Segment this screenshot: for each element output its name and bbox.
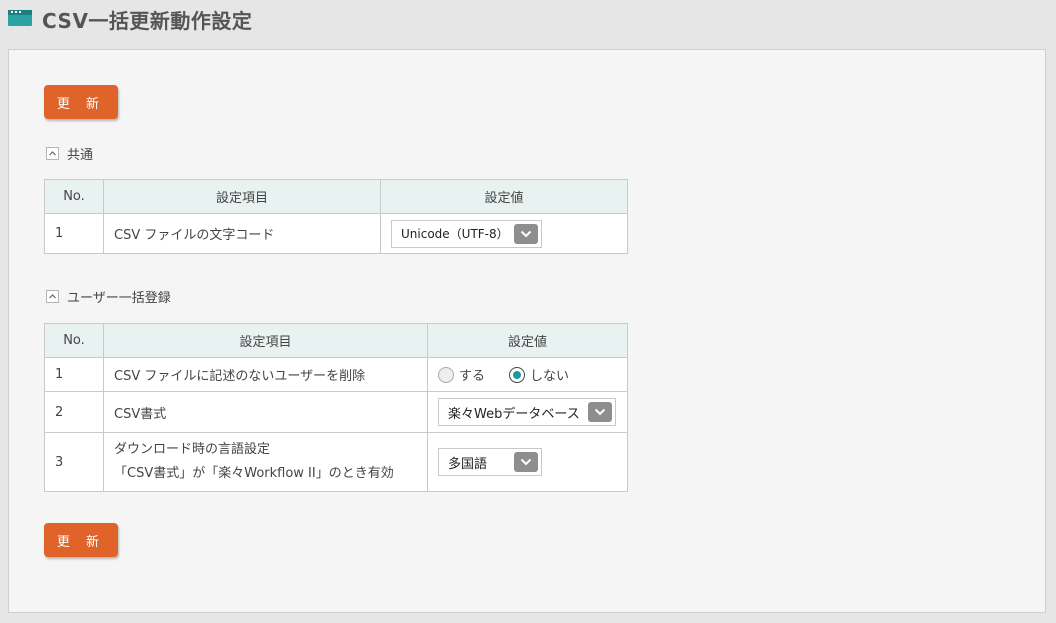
row-number: 2 xyxy=(44,391,104,433)
collapse-toggle-icon[interactable] xyxy=(46,146,59,160)
user-bulk-settings-table: No. 設定項目 設定値 1 CSV ファイルに記述のないユーザーを削除 する … xyxy=(44,323,628,492)
update-button-top[interactable]: 更 新 xyxy=(44,85,118,119)
section-label-common: 共通 xyxy=(67,147,94,163)
table-row: 3 ダウンロード時の言語設定 「CSV書式」が「楽々Workflow II」のと… xyxy=(44,432,628,492)
setting-value-cell: 楽々Webデータベース xyxy=(427,391,628,433)
charset-select[interactable]: Unicode（UTF-8） xyxy=(391,219,542,248)
setting-item-line2: 「CSV書式」が「楽々Workflow II」のとき有効 xyxy=(114,466,394,481)
table-header-row: No. 設定項目 設定値 xyxy=(44,323,628,358)
section-header-user-bulk: ユーザー一括登録 xyxy=(46,287,171,306)
setting-item: CSV書式 xyxy=(103,391,428,433)
table-row: 1 CSV ファイルに記述のないユーザーを削除 する しない xyxy=(44,357,628,392)
collapse-toggle-icon[interactable] xyxy=(46,289,59,303)
column-header-item: 設定項目 xyxy=(103,323,428,358)
table-row: 1 CSV ファイルの文字コード Unicode（UTF-8） xyxy=(44,213,628,254)
column-header-item: 設定項目 xyxy=(103,179,381,214)
radio-no-label[interactable]: しない xyxy=(530,365,569,384)
setting-value-cell: 多国語 xyxy=(427,432,628,492)
chevron-down-icon xyxy=(588,402,612,422)
radio-yes-label[interactable]: する xyxy=(459,365,485,384)
radio-yes[interactable] xyxy=(438,366,454,383)
page-title: CSV一括更新動作設定 xyxy=(42,9,253,33)
column-header-no: No. xyxy=(44,179,104,214)
common-settings-table: No. 設定項目 設定値 1 CSV ファイルの文字コード Unicode（UT… xyxy=(44,179,628,254)
language-select-value: 多国語 xyxy=(448,456,488,472)
radio-no[interactable] xyxy=(509,366,526,383)
table-header-row: No. 設定項目 設定値 xyxy=(44,179,628,214)
setting-item: ダウンロード時の言語設定 「CSV書式」が「楽々Workflow II」のとき有… xyxy=(103,432,428,492)
settings-panel: 更 新 共通 No. 設定項目 設定値 1 CSV ファイルの文字コード Uni… xyxy=(8,49,1046,613)
table-row: 2 CSV書式 楽々Webデータベース xyxy=(44,391,628,433)
window-icon xyxy=(8,10,32,26)
setting-value-cell: する しない xyxy=(427,357,628,392)
column-header-value: 設定値 xyxy=(380,179,628,214)
setting-value-cell: Unicode（UTF-8） xyxy=(380,213,628,254)
row-number: 1 xyxy=(44,357,104,392)
chevron-down-icon xyxy=(514,452,538,472)
column-header-value: 設定値 xyxy=(427,323,628,358)
setting-item: CSV ファイルの文字コード xyxy=(103,213,381,254)
charset-select-value: Unicode（UTF-8） xyxy=(401,227,509,241)
column-header-no: No. xyxy=(44,323,104,358)
section-header-common: 共通 xyxy=(46,144,94,163)
language-select[interactable]: 多国語 xyxy=(438,448,542,476)
csv-format-select-value: 楽々Webデータベース xyxy=(448,406,580,422)
chevron-down-icon xyxy=(514,223,538,244)
update-button-bottom[interactable]: 更 新 xyxy=(44,523,118,557)
setting-item-line1: ダウンロード時の言語設定 xyxy=(114,442,271,457)
section-label-user-bulk: ユーザー一括登録 xyxy=(67,290,171,306)
row-number: 1 xyxy=(44,213,104,254)
setting-item: CSV ファイルに記述のないユーザーを削除 xyxy=(103,357,428,392)
csv-format-select[interactable]: 楽々Webデータベース xyxy=(438,398,616,426)
page-header: CSV一括更新動作設定 xyxy=(0,0,1056,40)
row-number: 3 xyxy=(44,432,104,492)
delete-users-radio-group: する しない xyxy=(438,365,617,384)
